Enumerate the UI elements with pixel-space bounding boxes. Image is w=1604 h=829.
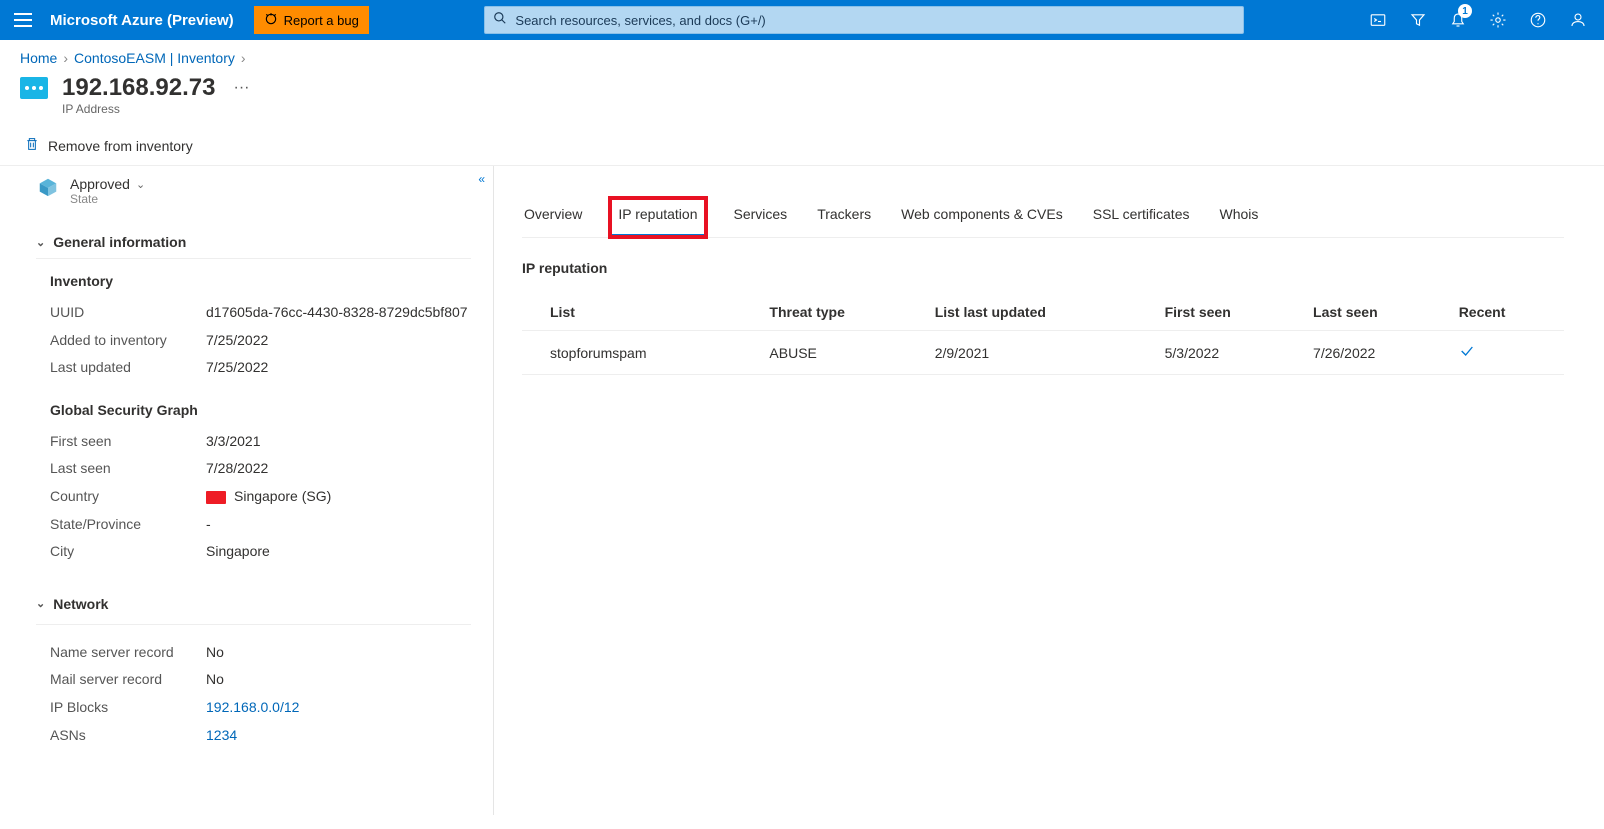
mail-label: Mail server record (50, 670, 206, 690)
search-icon (493, 11, 507, 30)
col-first-seen: First seen (1157, 294, 1305, 331)
page-subtitle: IP Address (0, 102, 1604, 116)
city-value: Singapore (206, 542, 270, 562)
report-bug-button[interactable]: Report a bug (254, 6, 369, 34)
state-icon (36, 176, 60, 198)
breadcrumb-inventory[interactable]: ContosoEASM | Inventory (74, 50, 235, 66)
breadcrumb-sep: › (63, 50, 68, 66)
section-network[interactable]: ⌄ Network (36, 586, 471, 620)
tabs: Overview IP reputation Services Trackers… (522, 198, 1564, 238)
city-label: City (50, 542, 206, 562)
ns-label: Name server record (50, 643, 206, 663)
cloud-shell-icon[interactable] (1360, 0, 1396, 40)
tab-ssl-certificates[interactable]: SSL certificates (1091, 198, 1192, 237)
lastseen-value: 7/28/2022 (206, 459, 268, 479)
details-pane: « Approved ⌄ State ⌄ General information… (0, 166, 494, 815)
flag-icon (206, 491, 226, 504)
breadcrumb: Home › ContosoEASM | Inventory › (0, 40, 1604, 70)
content-area: « Approved ⌄ State ⌄ General information… (0, 166, 1604, 815)
report-bug-label: Report a bug (284, 13, 359, 28)
cell-threat: ABUSE (761, 331, 926, 375)
network-label: Network (53, 596, 108, 612)
state-value: Approved (70, 176, 130, 192)
cell-list: stopforumspam (522, 331, 761, 375)
chevron-down-icon: ⌄ (36, 597, 45, 610)
updated-value: 7/25/2022 (206, 358, 268, 378)
uuid-label: UUID (50, 303, 206, 323)
chevron-down-icon: ⌄ (136, 178, 145, 191)
updated-label: Last updated (50, 358, 206, 378)
filter-icon[interactable] (1400, 0, 1436, 40)
col-list: List (522, 294, 761, 331)
check-icon (1459, 346, 1475, 362)
reputation-table: List Threat type List last updated First… (522, 294, 1564, 375)
state-dropdown[interactable]: Approved ⌄ (70, 176, 145, 192)
main-pane: Overview IP reputation Services Trackers… (494, 166, 1604, 815)
col-list-updated: List last updated (927, 294, 1157, 331)
asns-label: ASNs (50, 726, 206, 746)
uuid-value: d17605da-76cc-4430-8328-8729dc5bf807 (206, 303, 468, 323)
tab-trackers[interactable]: Trackers (815, 198, 873, 237)
tab-whois[interactable]: Whois (1217, 198, 1260, 237)
settings-icon[interactable] (1480, 0, 1516, 40)
cell-list-updated: 2/9/2021 (927, 331, 1157, 375)
cell-recent (1451, 331, 1564, 375)
collapse-pane-icon[interactable]: « (478, 172, 485, 186)
state-label: State (70, 192, 145, 206)
cell-last-seen: 7/26/2022 (1305, 331, 1451, 375)
global-search[interactable] (484, 6, 1244, 34)
search-input[interactable] (515, 13, 1235, 28)
help-icon[interactable] (1520, 0, 1556, 40)
chevron-down-icon: ⌄ (36, 236, 45, 249)
gsg-subhead: Global Security Graph (50, 402, 471, 418)
section-general-information[interactable]: ⌄ General information (36, 224, 471, 259)
cell-first-seen: 5/3/2022 (1157, 331, 1305, 375)
col-last-seen: Last seen (1305, 294, 1451, 331)
trash-icon (24, 136, 40, 155)
tab-ip-reputation[interactable]: IP reputation (610, 198, 705, 237)
menu-icon[interactable] (14, 13, 32, 27)
firstseen-label: First seen (50, 432, 206, 452)
header-actions: 1 (1360, 0, 1596, 40)
notification-badge: 1 (1458, 4, 1472, 18)
page-title: 192.168.92.73 (62, 74, 215, 102)
remove-label: Remove from inventory (48, 138, 193, 154)
brand-label: Microsoft Azure (Preview) (50, 12, 234, 29)
stateprov-label: State/Province (50, 515, 206, 535)
remove-from-inventory-button[interactable]: Remove from inventory (24, 136, 193, 155)
col-threat: Threat type (761, 294, 926, 331)
state-block: Approved ⌄ State (36, 176, 471, 206)
panel-title: IP reputation (522, 260, 1564, 276)
inventory-subhead: Inventory (50, 273, 471, 289)
command-bar: Remove from inventory (0, 128, 1604, 166)
breadcrumb-home[interactable]: Home (20, 50, 57, 66)
more-actions-icon[interactable]: ··· (233, 79, 249, 97)
notifications-icon[interactable]: 1 (1440, 0, 1476, 40)
col-recent: Recent (1451, 294, 1564, 331)
title-row: 192.168.92.73 ··· (0, 70, 1604, 104)
top-bar: Microsoft Azure (Preview) Report a bug 1 (0, 0, 1604, 40)
added-label: Added to inventory (50, 331, 206, 351)
lastseen-label: Last seen (50, 459, 206, 479)
ns-value: No (206, 643, 224, 663)
added-value: 7/25/2022 (206, 331, 268, 351)
table-row[interactable]: stopforumspam ABUSE 2/9/2021 5/3/2022 7/… (522, 331, 1564, 375)
asns-link[interactable]: 1234 (206, 726, 237, 746)
bug-icon (264, 12, 278, 29)
country-label: Country (50, 487, 206, 507)
ipblocks-link[interactable]: 192.168.0.0/12 (206, 698, 299, 718)
tab-web-components[interactable]: Web components & CVEs (899, 198, 1065, 237)
stateprov-value: - (206, 515, 211, 535)
tab-overview[interactable]: Overview (522, 198, 584, 237)
general-info-label: General information (53, 234, 186, 250)
firstseen-value: 3/3/2021 (206, 432, 261, 452)
account-icon[interactable] (1560, 0, 1596, 40)
ipblocks-label: IP Blocks (50, 698, 206, 718)
tab-services[interactable]: Services (732, 198, 790, 237)
breadcrumb-sep: › (241, 50, 246, 66)
country-value: Singapore (SG) (206, 487, 331, 507)
ip-address-icon (20, 77, 48, 99)
mail-value: No (206, 670, 224, 690)
